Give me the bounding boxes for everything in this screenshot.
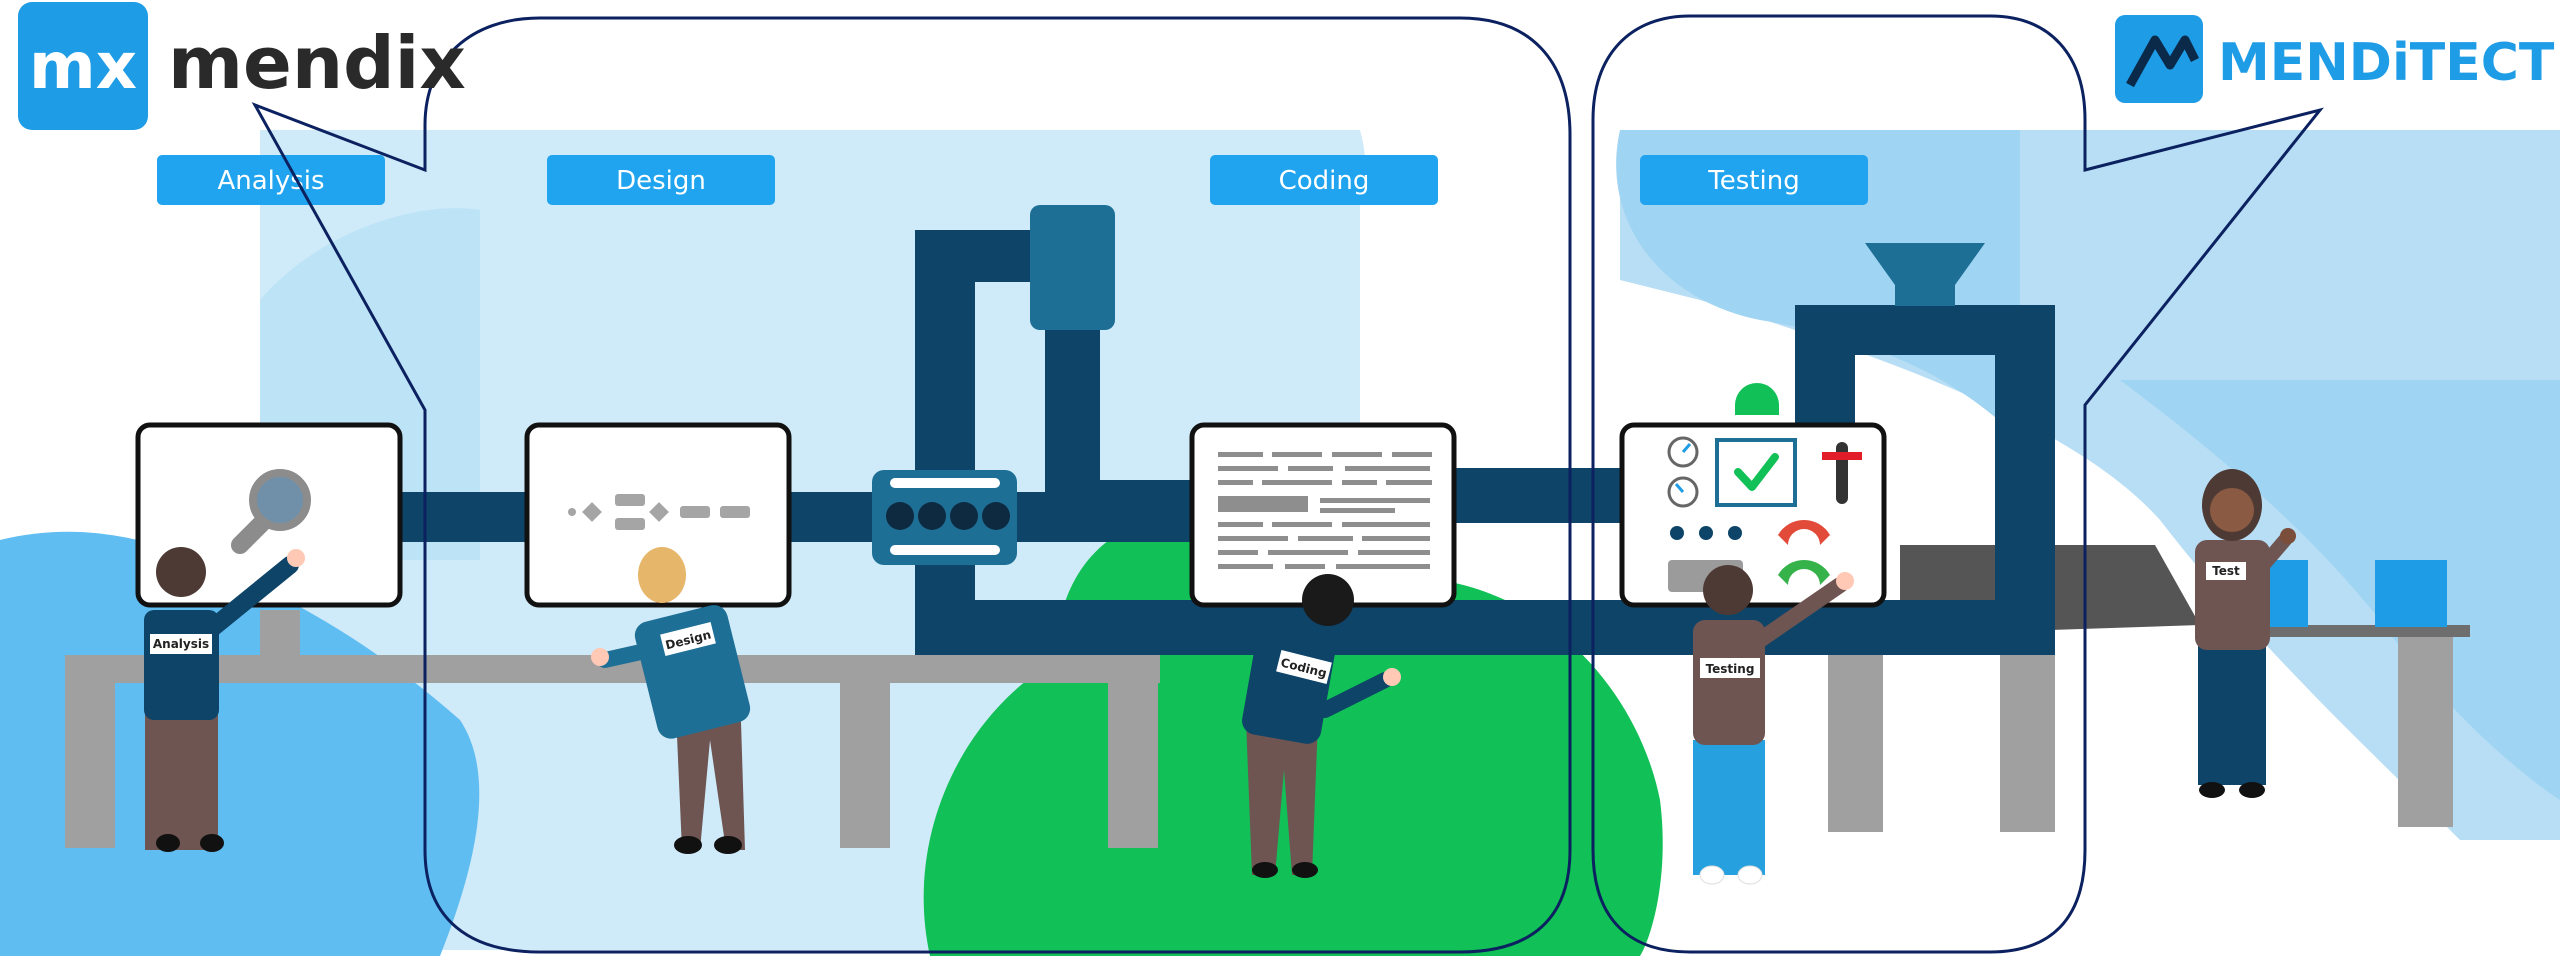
thermometer-icon	[1836, 442, 1848, 504]
mendix-logo-name: mendix	[168, 21, 466, 105]
mendix-logo-mark-text: mx	[29, 30, 137, 104]
stage-label-text: Coding	[1279, 166, 1370, 196]
stage-label-text: Testing	[1707, 166, 1799, 196]
stage-label-text: Analysis	[217, 166, 324, 196]
pipe-cap	[1030, 205, 1115, 330]
package-box	[2375, 560, 2447, 627]
worker-badge-label: Test	[2212, 564, 2240, 578]
worker-badge-label: Testing	[1706, 662, 1755, 676]
stage-label-text: Design	[616, 166, 706, 196]
mendix-logo: mx mendix	[18, 2, 466, 130]
menditect-logo: MENDiTECT	[2115, 15, 2555, 103]
table-leg-right	[1828, 652, 1883, 832]
sdlc-illustration: Analysis Design Coding Testing Test Anal…	[0, 2, 2560, 956]
status-light	[1735, 383, 1779, 415]
menditect-logo-name: MENDiTECT	[2218, 33, 2555, 93]
pipe-vertical	[915, 230, 975, 650]
pipe-bottom	[915, 600, 2055, 655]
worker-badge-label: Analysis	[153, 637, 209, 651]
